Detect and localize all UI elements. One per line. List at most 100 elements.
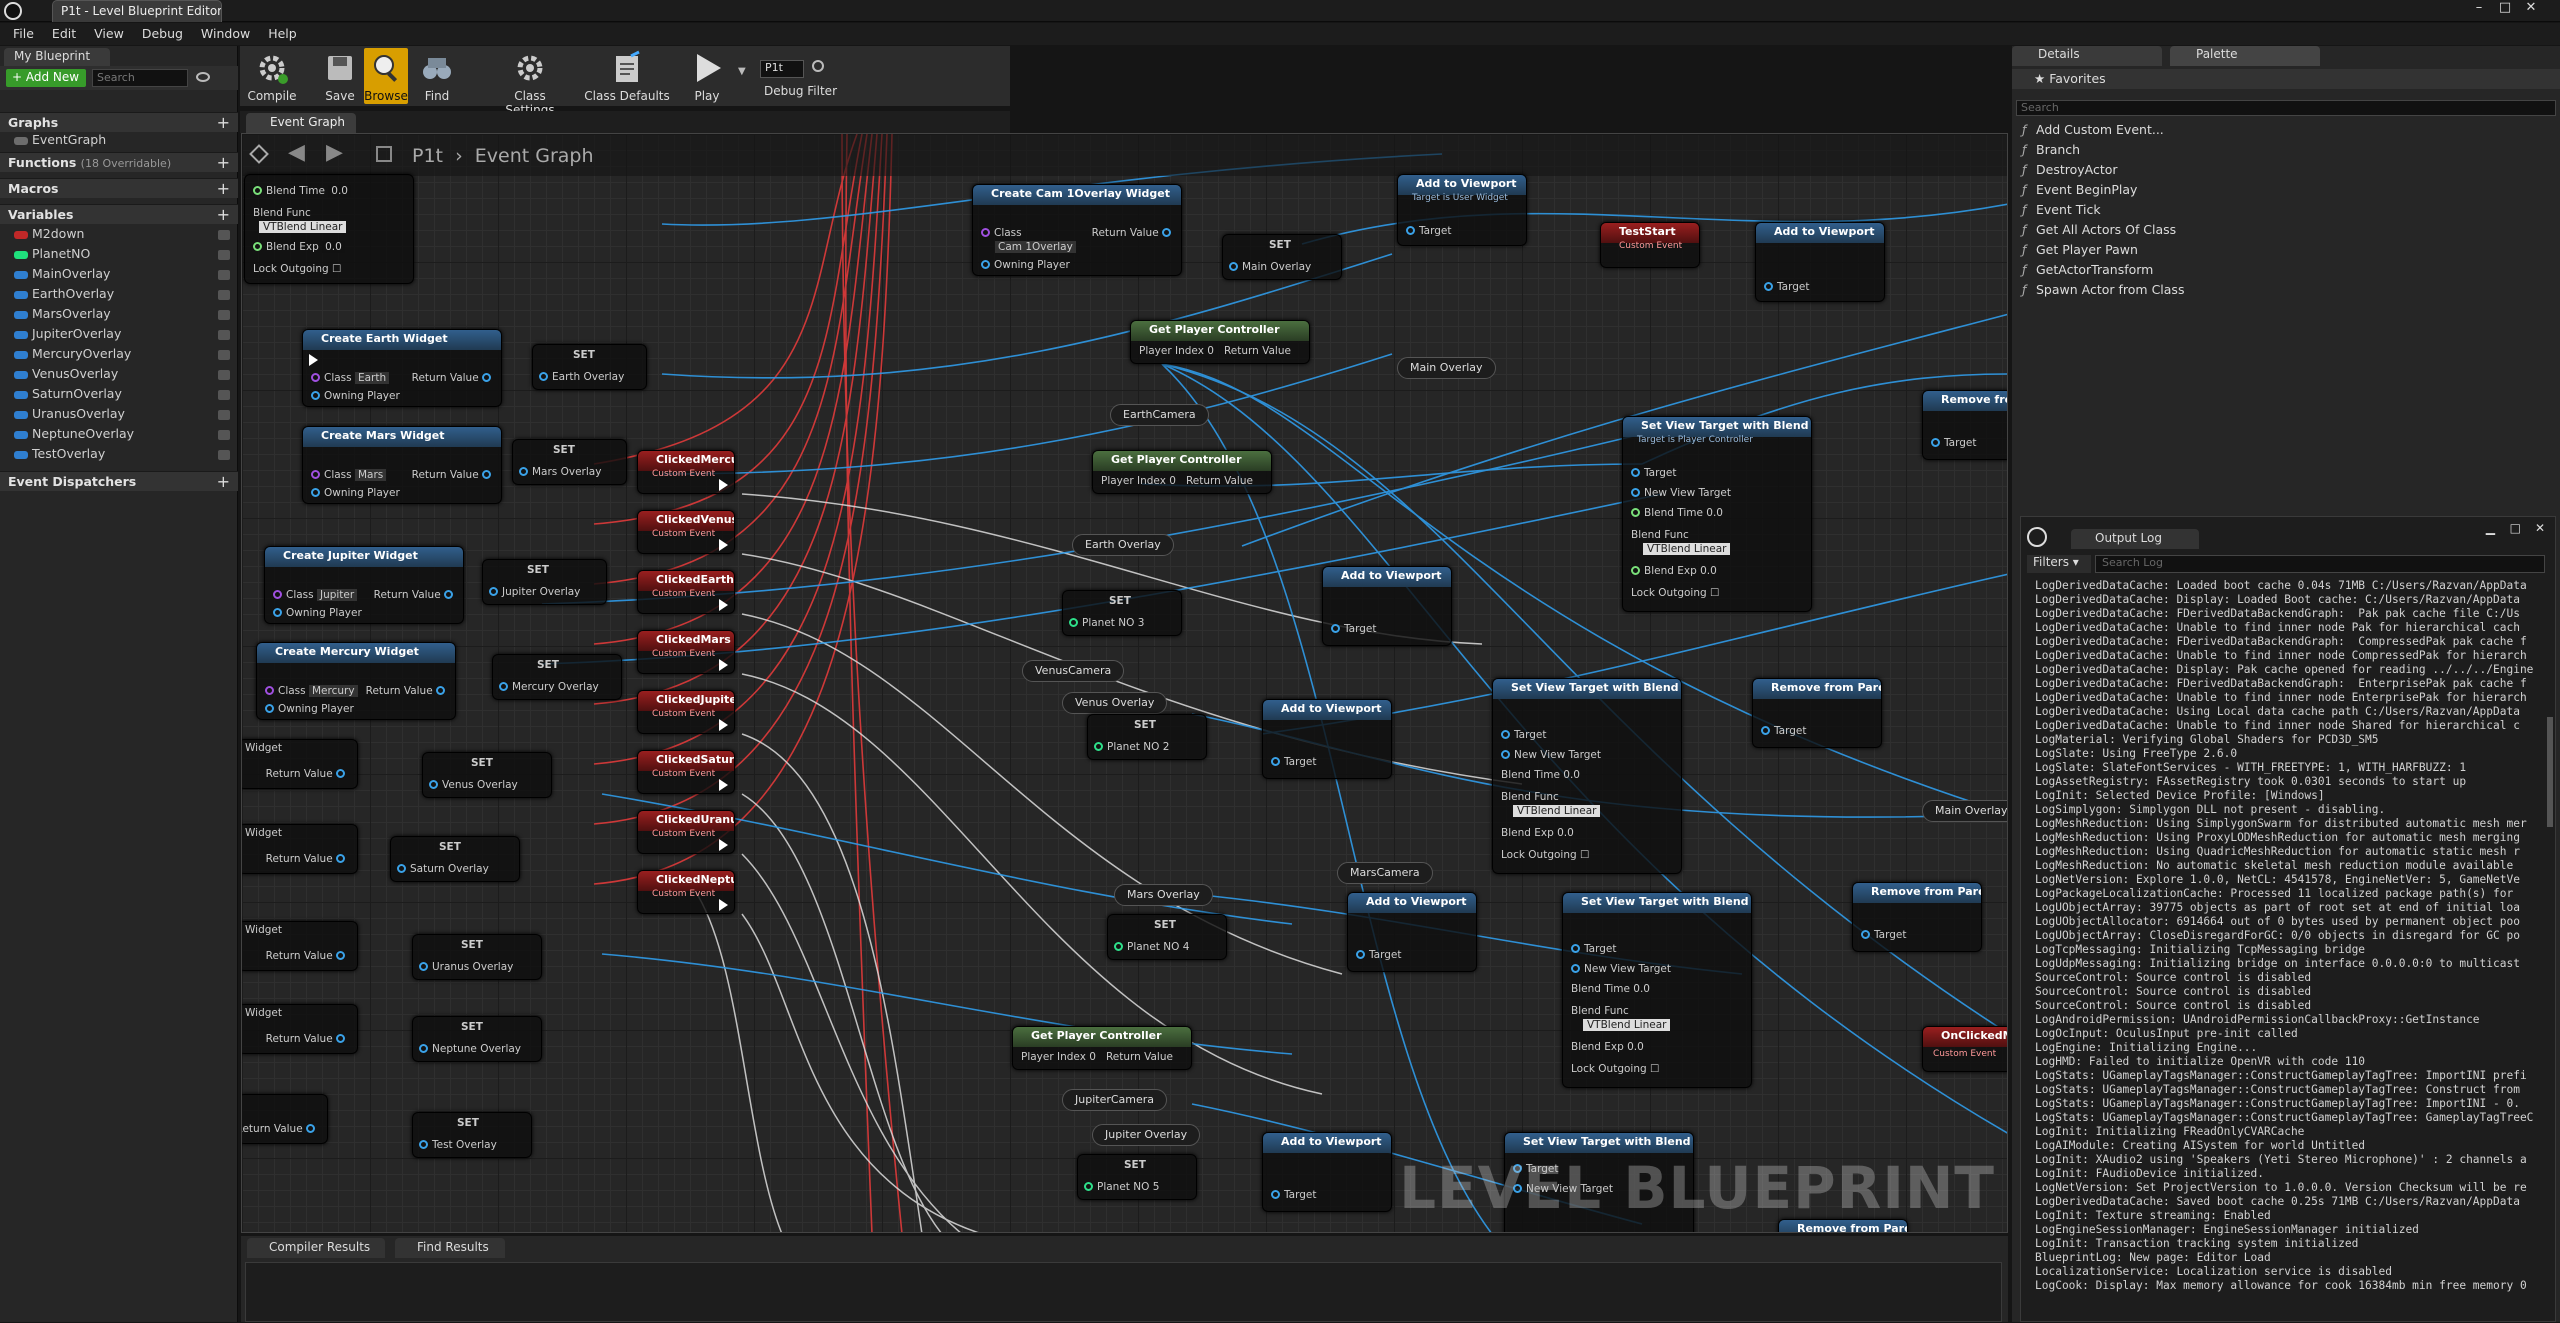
set-neptune-overlay-node[interactable]: SET Neptune Overlay <box>412 1016 542 1062</box>
jupiter-overlay-var-node[interactable]: Jupiter Overlay <box>1092 1124 1201 1146</box>
menu-debug[interactable]: Debug <box>135 23 190 45</box>
functions-section[interactable]: Functions (18 Overridable) + <box>0 152 238 172</box>
set-planet-no-node-4[interactable]: SET Planet NO 5 <box>1077 1154 1197 1200</box>
set-view-target-blend-node-1[interactable]: Set View Target with Blend Target is Pla… <box>1622 416 1812 612</box>
main-overlay-var-node-2[interactable]: Main Overlay <box>1922 800 2007 822</box>
find-button[interactable]: Find <box>412 48 462 104</box>
palette-item[interactable]: ƒ Branch <box>2022 142 2080 162</box>
menu-help[interactable]: Help <box>261 23 304 45</box>
set-view-target-blend-node-2[interactable]: Set View Target with Blend Target New Vi… <box>1492 678 1682 874</box>
set-venus-overlay-node[interactable]: SET Venus Overlay <box>422 752 552 798</box>
add-to-viewport-node-1[interactable]: Add to Viewport Target is User Widget Targ… <box>1397 174 1527 246</box>
palette-item[interactable]: ƒ DestroyActor <box>2022 162 2118 182</box>
log-scrollbar[interactable] <box>2547 717 2553 827</box>
tab-event-graph[interactable]: Event Graph <box>246 113 356 133</box>
venus-overlay-var-node[interactable]: Venus Overlay <box>1062 692 1168 714</box>
palette-item[interactable]: ƒ GetActorTransform <box>2022 262 2153 282</box>
maximize-icon[interactable]: □ <box>2510 521 2521 535</box>
visibility-eye-icon[interactable] <box>196 72 210 82</box>
on-clicked-mars-event-node[interactable]: OnClickedMarsCustom Event <box>1922 1026 2007 1072</box>
create-cam-overlay-widget-node[interactable]: Create Cam 1Overlay Widget Class Cam 1Ov… <box>972 184 1182 276</box>
my-blueprint-tab[interactable]: My Blueprint <box>4 48 110 66</box>
tab-output-log[interactable]: Output Log <box>2071 529 2199 549</box>
add-macro-icon[interactable]: + <box>217 179 230 198</box>
get-player-controller-node-1[interactable]: Get Player Controller Player Index 0 Retu… <box>1130 320 1310 364</box>
debug-object-select[interactable]: P1t <box>760 60 804 78</box>
add-to-viewport-node-4[interactable]: Add to Viewport Target <box>1262 699 1392 779</box>
main-overlay-var-node[interactable]: Main Overlay <box>1397 357 1496 379</box>
visibility-eye-icon[interactable] <box>218 330 230 340</box>
add-graph-icon[interactable]: + <box>217 113 230 132</box>
tab-details[interactable]: Details <box>2012 46 2162 66</box>
menu-window[interactable]: Window <box>194 23 257 45</box>
set-main-overlay-node[interactable]: SET Main Overlay <box>1222 234 1342 280</box>
get-player-controller-node-2[interactable]: Get Player Controller Player Index 0 Retu… <box>1092 450 1272 494</box>
add-to-viewport-node-5[interactable]: Add to Viewport Target <box>1347 892 1477 972</box>
earth-camera-var-node[interactable]: EarthCamera <box>1110 404 1209 426</box>
visibility-eye-icon[interactable] <box>218 290 230 300</box>
create-uranus-widget-node-partial[interactable]: Widget Return Value <box>242 921 358 971</box>
create-venus-widget-node-partial[interactable]: Widget Return Value <box>242 739 358 789</box>
custom-event-node[interactable]: ClickedMercuryCustom Event <box>637 450 735 494</box>
variable-item[interactable]: UranusOverlay <box>14 406 232 425</box>
visibility-eye-icon[interactable] <box>218 350 230 360</box>
visibility-eye-icon[interactable] <box>218 390 230 400</box>
get-player-controller-node-3[interactable]: Get Player Controller Player Index 0 Retu… <box>1012 1026 1192 1070</box>
variable-item[interactable]: NeptuneOverlay <box>14 426 232 445</box>
add-function-icon[interactable]: + <box>217 153 230 172</box>
save-button[interactable]: Save <box>318 48 362 104</box>
favorite-star-icon[interactable] <box>249 144 269 164</box>
maximize-icon[interactable]: □ <box>2494 0 2516 18</box>
variable-item[interactable]: M2down <box>14 226 232 245</box>
palette-item[interactable]: ƒ Add Custom Event... <box>2022 122 2164 142</box>
create-saturn-widget-node-partial[interactable]: Widget Return Value <box>242 824 358 874</box>
custom-event-node[interactable]: ClickedSaturn Custom Event <box>637 750 735 794</box>
mars-camera-var-node[interactable]: MarsCamera <box>1337 862 1433 884</box>
class-defaults-button[interactable]: Class Defaults <box>584 48 670 104</box>
visibility-eye-icon[interactable] <box>218 270 230 280</box>
set-uranus-overlay-node[interactable]: SET Uranus Overlay <box>412 934 542 980</box>
document-tab[interactable]: P1t - Level Blueprint Editor <box>52 0 222 22</box>
visibility-eye-icon[interactable] <box>218 250 230 260</box>
tab-compiler-results[interactable]: Compiler Results <box>247 1238 385 1258</box>
add-dispatcher-icon[interactable]: + <box>217 472 230 491</box>
visibility-eye-icon[interactable] <box>218 230 230 240</box>
add-to-viewport-node-3[interactable]: Add to Viewport Target <box>1322 566 1452 646</box>
create-earth-widget-node[interactable]: Create Earth Widget Class Earth Owning P… <box>302 329 502 407</box>
palette-item[interactable]: ƒ Get All Actors Of Class <box>2022 222 2176 242</box>
play-options-chevron-icon[interactable]: ▼ <box>738 66 746 77</box>
set-view-target-blend-node-3[interactable]: Set View Target with Blend Target New Vi… <box>1562 892 1752 1088</box>
mars-overlay-var-node[interactable]: Mars Overlay <box>1114 884 1213 906</box>
set-mercury-overlay-node[interactable]: SET Mercury Overlay <box>492 654 622 700</box>
set-test-overlay-node[interactable]: SET Test Overlay <box>412 1112 532 1158</box>
visibility-eye-icon[interactable] <box>218 410 230 420</box>
set-jupiter-overlay-node[interactable]: SET Jupiter Overlay <box>482 559 607 605</box>
create-jupiter-widget-node[interactable]: Create Jupiter Widget Class Jupiter Owni… <box>264 546 464 624</box>
palette-item[interactable]: ƒ Get Player Pawn <box>2022 242 2138 262</box>
variables-section[interactable]: Variables + <box>0 204 238 224</box>
palette-item[interactable]: ƒ Event Tick <box>2022 202 2101 222</box>
test-start-event-node[interactable]: TestStart Custom Event <box>1600 222 1700 268</box>
play-button[interactable]: Play <box>680 48 734 104</box>
create-mars-widget-node[interactable]: Create Mars Widget Class Mars Owning Pla… <box>302 426 502 504</box>
custom-event-node[interactable]: ClickedVenus Custom Event <box>637 510 735 554</box>
minimize-icon[interactable]: – <box>2468 0 2490 18</box>
set-view-target-node-partial[interactable]: Blend Time 0.0 Blend Func VTBlend Linear… <box>244 174 414 284</box>
add-to-viewport-node-2[interactable]: Add to Viewport Target <box>1755 222 1885 302</box>
event-dispatchers-section[interactable]: Event Dispatchers + <box>0 471 238 491</box>
set-saturn-overlay-node[interactable]: SET Saturn Overlay <box>390 836 520 882</box>
palette-search-input[interactable]: Search <box>2016 100 2556 116</box>
event-graph-item[interactable]: EventGraph <box>14 132 232 151</box>
minimize-icon[interactable]: ▁ <box>2486 521 2495 535</box>
class-settings-button[interactable]: Class Settings <box>490 48 570 117</box>
add-new-button[interactable]: + Add New <box>6 69 86 87</box>
debug-search-icon[interactable] <box>812 60 824 72</box>
variable-item[interactable]: VenusOverlay <box>14 366 232 385</box>
jupiter-camera-var-node[interactable]: JupiterCamera <box>1062 1089 1168 1111</box>
browse-button[interactable]: Browse <box>364 48 408 104</box>
compile-button[interactable]: Compile <box>244 48 300 104</box>
menu-file[interactable]: File <box>6 23 41 45</box>
custom-event-node[interactable]: ClickedUranusCustom Event <box>637 810 735 854</box>
my-blueprint-search-input[interactable]: Search <box>92 69 188 87</box>
custom-event-node[interactable]: ClickedMars Custom Event <box>637 630 735 674</box>
